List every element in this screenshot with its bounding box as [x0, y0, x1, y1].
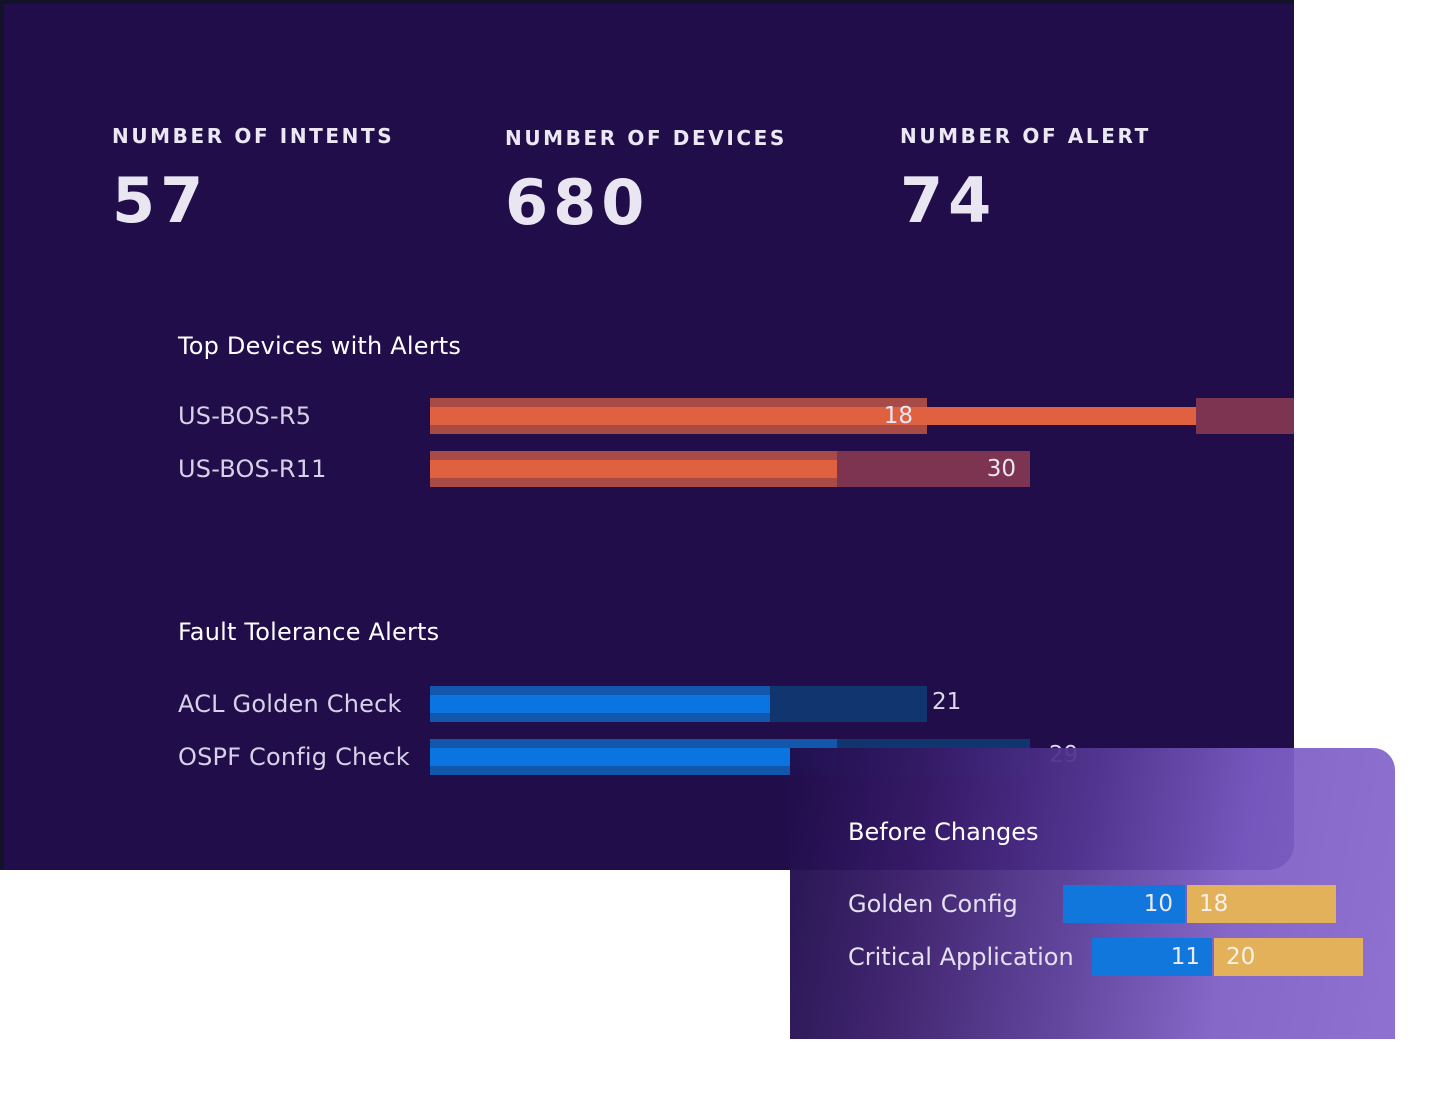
before-changes-bar-row[interactable]: Critical Application 11 20 — [790, 938, 1395, 976]
bar-label: US-BOS-R5 — [178, 402, 312, 430]
bar-value: 21 — [932, 689, 962, 715]
bar-label: Critical Application — [848, 943, 1074, 971]
fault-tolerance-bar-row[interactable]: ACL Golden Check 21 — [4, 684, 1294, 724]
fault-tolerance-chart-title: Fault Tolerance Alerts — [178, 618, 440, 646]
dashboard-panel: NUMBER OF INTENTS 57 NUMBER OF DEVICES 6… — [0, 0, 1294, 870]
bar-inner-fill — [430, 407, 1196, 425]
bar-track: 30 — [430, 451, 1030, 487]
kpi-value: 57 — [112, 164, 209, 237]
bar-value-secondary: 20 — [1226, 944, 1256, 970]
bar-value-primary: 11 — [1170, 944, 1200, 970]
bar-track: 18 — [430, 398, 1294, 434]
bar-value: 30 — [986, 456, 1016, 482]
kpi-label: NUMBER OF DEVICES — [505, 126, 787, 150]
bar-value-secondary: 18 — [1199, 891, 1229, 917]
bar-segment-secondary: 20 — [1214, 938, 1363, 976]
bar-label: US-BOS-R11 — [178, 455, 327, 483]
bar-track — [430, 686, 927, 722]
top-devices-chart-title: Top Devices with Alerts — [178, 332, 462, 360]
top-devices-bar-row[interactable]: US-BOS-R11 30 — [4, 449, 1294, 489]
top-devices-bar-row[interactable]: US-BOS-R5 18 — [4, 396, 1294, 436]
before-changes-title: Before Changes — [848, 818, 1039, 846]
bar-band-remainder — [770, 686, 927, 722]
kpi-value: 74 — [900, 164, 997, 237]
bar-inner-fill — [430, 748, 837, 766]
kpi-label: NUMBER OF INTENTS — [112, 124, 395, 148]
kpi-number-of-intents: NUMBER OF INTENTS 57 — [112, 124, 394, 232]
bar-label: OSPF Config Check — [178, 743, 410, 771]
bar-segment-secondary: 18 — [1187, 885, 1336, 923]
kpi-label: NUMBER OF ALERT — [900, 124, 1151, 148]
kpi-value: 680 — [505, 166, 650, 239]
bar-value: 18 — [883, 403, 913, 429]
bar-label: Golden Config — [848, 890, 1018, 918]
bar-value-primary: 10 — [1143, 891, 1173, 917]
before-changes-bar-row[interactable]: Golden Config 10 18 — [790, 885, 1395, 923]
before-changes-panel: Before Changes Golden Config 10 18 Criti… — [790, 748, 1395, 1039]
bar-label: ACL Golden Check — [178, 690, 402, 718]
bar-inner-fill — [430, 460, 837, 478]
bar-band-remainder — [1196, 398, 1294, 434]
bar-segment-primary: 11 — [1092, 938, 1212, 976]
kpi-number-of-alert: NUMBER OF ALERT 74 — [900, 124, 1151, 232]
bar-segment-primary: 10 — [1063, 885, 1185, 923]
kpi-number-of-devices: NUMBER OF DEVICES 680 — [505, 126, 787, 234]
bar-inner-fill — [430, 695, 770, 713]
